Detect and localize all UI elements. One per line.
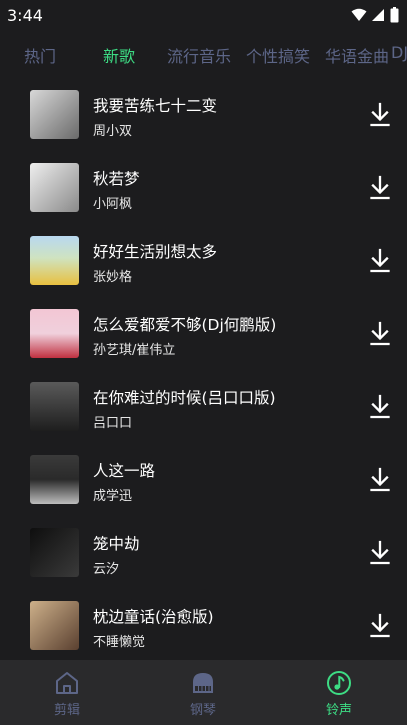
status-bar: 3:44 [0, 0, 407, 30]
music-note-icon [327, 671, 351, 695]
song-cover [30, 309, 79, 358]
download-icon[interactable] [368, 540, 392, 566]
download-icon[interactable] [368, 248, 392, 274]
song-row[interactable]: 人这一路 成学迅 [0, 445, 407, 518]
song-title: 我要苦练七十二变 [93, 97, 218, 115]
nav-label: 钢琴 [189, 703, 216, 718]
song-cover [30, 601, 79, 650]
song-title: 好好生活别想太多 [93, 243, 218, 261]
song-row[interactable]: 我要苦练七十二变 周小双 [0, 80, 407, 153]
song-row[interactable]: 在你难过的时候(吕口口版) 吕口口 [0, 372, 407, 445]
download-icon[interactable] [368, 613, 392, 639]
song-cover [30, 163, 79, 212]
song-row[interactable]: 枕边童话(治愈版) 不睡懒觉 [0, 591, 407, 664]
song-artist: 不睡懒觉 [93, 635, 146, 650]
song-title: 笼中劫 [93, 535, 140, 553]
download-icon[interactable] [368, 321, 392, 347]
song-artist: 周小双 [93, 124, 133, 139]
tab-new-songs[interactable]: 新歌 [103, 43, 135, 67]
song-title: 怎么爱都爱不够(Dj何鹏版) [93, 316, 277, 334]
song-cover [30, 382, 79, 431]
status-icons [351, 7, 399, 23]
download-icon[interactable] [368, 102, 392, 128]
nav-label: 剪辑 [53, 703, 80, 718]
song-cover [30, 455, 79, 504]
song-artist: 小阿枫 [93, 197, 133, 212]
song-title: 枕边童话(治愈版) [93, 608, 214, 626]
song-artist: 孙艺琪/崔伟立 [93, 343, 176, 358]
song-artist: 吕口口 [93, 416, 133, 431]
tab-hot[interactable]: 热门 [24, 43, 56, 67]
piano-icon [193, 673, 213, 693]
nav-item-ringtone[interactable]: 铃声 [299, 660, 379, 725]
song-artist: 成学迅 [93, 489, 133, 504]
home-icon [56, 672, 78, 694]
download-icon[interactable] [368, 175, 392, 201]
nav-item-piano[interactable]: 钢琴 [163, 660, 243, 725]
song-title: 秋若梦 [93, 170, 140, 188]
song-cover [30, 528, 79, 577]
bottom-nav: 剪辑 钢琴 铃声 [0, 660, 407, 725]
song-title: 在你难过的时候(吕口口版) [93, 389, 276, 407]
song-artist: 张妙格 [93, 270, 133, 285]
song-artist: 云汐 [93, 562, 120, 577]
song-cover [30, 236, 79, 285]
status-time: 3:44 [7, 5, 43, 25]
song-row[interactable]: 笼中劫 云汐 [0, 518, 407, 591]
song-row[interactable]: 秋若梦 小阿枫 [0, 153, 407, 226]
tab-pop-music[interactable]: 流行音乐 [167, 43, 231, 67]
song-row[interactable]: 好好生活别想太多 张妙格 [0, 226, 407, 299]
download-icon[interactable] [368, 394, 392, 420]
nav-label: 铃声 [325, 703, 352, 718]
category-tabs: 热门 新歌 流行音乐 个性搞笑 华语金曲 DJ [0, 30, 407, 76]
nav-item-edit[interactable]: 剪辑 [27, 660, 107, 725]
song-cover [30, 90, 79, 139]
battery-icon [390, 7, 399, 23]
tab-funny[interactable]: 个性搞笑 [246, 43, 310, 67]
wifi-icon [351, 8, 367, 21]
signal-icon [372, 9, 384, 21]
tab-chinese-classics[interactable]: 华语金曲 [325, 43, 389, 67]
song-title: 人这一路 [93, 462, 156, 480]
tab-dj[interactable]: DJ [391, 43, 407, 62]
download-icon[interactable] [368, 467, 392, 493]
song-row[interactable]: 怎么爱都爱不够(Dj何鹏版) 孙艺琪/崔伟立 [0, 299, 407, 372]
